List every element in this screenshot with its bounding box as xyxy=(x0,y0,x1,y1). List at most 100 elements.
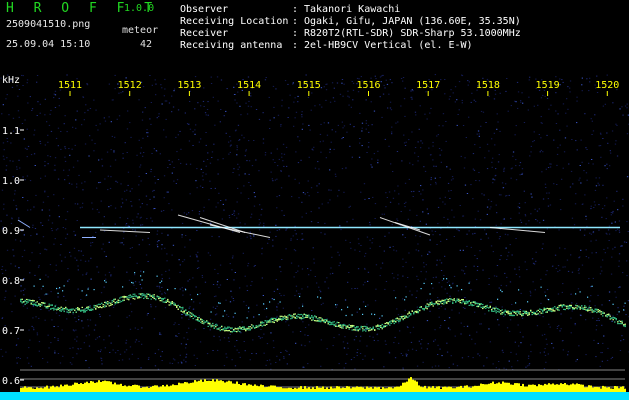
noise-speck xyxy=(464,184,467,186)
noise-speck xyxy=(356,355,358,356)
baseline-dot xyxy=(192,317,194,320)
noise-speck xyxy=(64,256,66,258)
noise-speck xyxy=(394,336,396,338)
noise-speck xyxy=(606,132,608,134)
baseline-spike xyxy=(420,288,422,290)
noise-speck xyxy=(307,192,309,193)
baseline-spike xyxy=(540,286,542,288)
noise-speck xyxy=(46,121,48,123)
noise-speck xyxy=(579,165,581,166)
noise-speck xyxy=(470,184,472,186)
baseline-dot xyxy=(132,297,134,300)
activity-bar xyxy=(446,387,448,392)
noise-speck xyxy=(110,121,112,123)
noise-speck xyxy=(47,196,49,198)
activity-bar xyxy=(260,384,262,392)
baseline-dot xyxy=(300,317,302,319)
noise-speck xyxy=(175,335,177,337)
noise-speck xyxy=(580,139,582,141)
baseline-dot xyxy=(66,308,68,310)
noise-speck xyxy=(428,147,430,149)
noise-speck xyxy=(590,240,592,242)
baseline-dot xyxy=(407,313,409,315)
noise-speck xyxy=(562,167,564,169)
baseline-dot xyxy=(243,326,245,328)
noise-speck xyxy=(504,233,507,235)
activity-bar xyxy=(534,384,536,392)
noise-speck xyxy=(307,335,309,336)
noise-speck xyxy=(598,204,600,206)
baseline-dot xyxy=(140,293,142,295)
noise-speck xyxy=(121,359,124,361)
noise-speck xyxy=(308,324,310,326)
baseline-dot xyxy=(522,314,524,316)
noise-speck xyxy=(393,277,395,279)
noise-speck xyxy=(363,183,366,185)
noise-speck xyxy=(388,191,391,193)
activity-bar xyxy=(324,388,326,392)
baseline-dot xyxy=(432,303,434,305)
noise-speck xyxy=(561,291,563,293)
noise-speck xyxy=(82,202,84,204)
baseline-dot xyxy=(624,323,626,325)
noise-speck xyxy=(415,297,417,299)
noise-speck xyxy=(146,204,148,206)
noise-speck xyxy=(101,165,104,167)
noise-speck xyxy=(173,324,175,326)
baseline-dot xyxy=(498,309,500,311)
noise-speck xyxy=(352,218,354,220)
noise-speck xyxy=(361,127,363,129)
noise-speck xyxy=(621,245,623,247)
noise-speck xyxy=(569,80,572,82)
noise-speck xyxy=(54,352,56,354)
baseline-dot xyxy=(623,324,625,326)
noise-speck xyxy=(136,154,138,156)
activity-bar xyxy=(528,384,530,392)
noise-speck xyxy=(87,325,90,327)
noise-speck xyxy=(172,358,175,360)
noise-speck xyxy=(155,306,157,308)
noise-speck xyxy=(171,161,173,163)
noise-speck xyxy=(136,216,138,218)
noise-speck xyxy=(209,329,211,331)
noise-speck xyxy=(143,152,145,153)
baseline-dot xyxy=(276,320,278,322)
noise-speck xyxy=(365,329,367,331)
baseline-dot xyxy=(356,326,358,328)
noise-speck xyxy=(229,334,231,335)
noise-speck xyxy=(288,354,290,356)
baseline-dot xyxy=(273,317,275,319)
noise-speck xyxy=(610,152,612,154)
noise-speck xyxy=(347,347,349,349)
noise-speck xyxy=(64,160,67,162)
noise-speck xyxy=(142,155,144,157)
noise-speck xyxy=(49,113,51,115)
noise-speck xyxy=(38,350,40,352)
noise-speck xyxy=(385,206,387,208)
noise-speck xyxy=(389,107,392,109)
noise-speck xyxy=(39,103,41,105)
baseline-spike xyxy=(548,299,550,301)
noise-speck xyxy=(362,358,364,360)
baseline-spike xyxy=(443,278,445,280)
noise-speck xyxy=(253,205,256,207)
baseline-dot xyxy=(557,306,559,308)
noise-speck xyxy=(518,165,521,167)
noise-speck xyxy=(435,183,437,185)
baseline-spike xyxy=(269,301,271,303)
noise-speck xyxy=(618,220,621,222)
baseline-dot xyxy=(165,301,167,303)
noise-speck xyxy=(89,171,92,173)
noise-speck xyxy=(246,285,248,287)
noise-speck xyxy=(110,275,112,277)
noise-speck xyxy=(89,305,91,307)
noise-speck xyxy=(22,85,24,86)
baseline-dot xyxy=(111,301,113,303)
baseline-dot xyxy=(548,309,550,311)
noise-speck xyxy=(576,96,578,98)
activity-bar xyxy=(250,384,252,392)
noise-speck xyxy=(286,363,288,365)
baseline-dot xyxy=(548,308,550,310)
noise-speck xyxy=(163,197,165,199)
baseline-dot xyxy=(495,307,497,309)
